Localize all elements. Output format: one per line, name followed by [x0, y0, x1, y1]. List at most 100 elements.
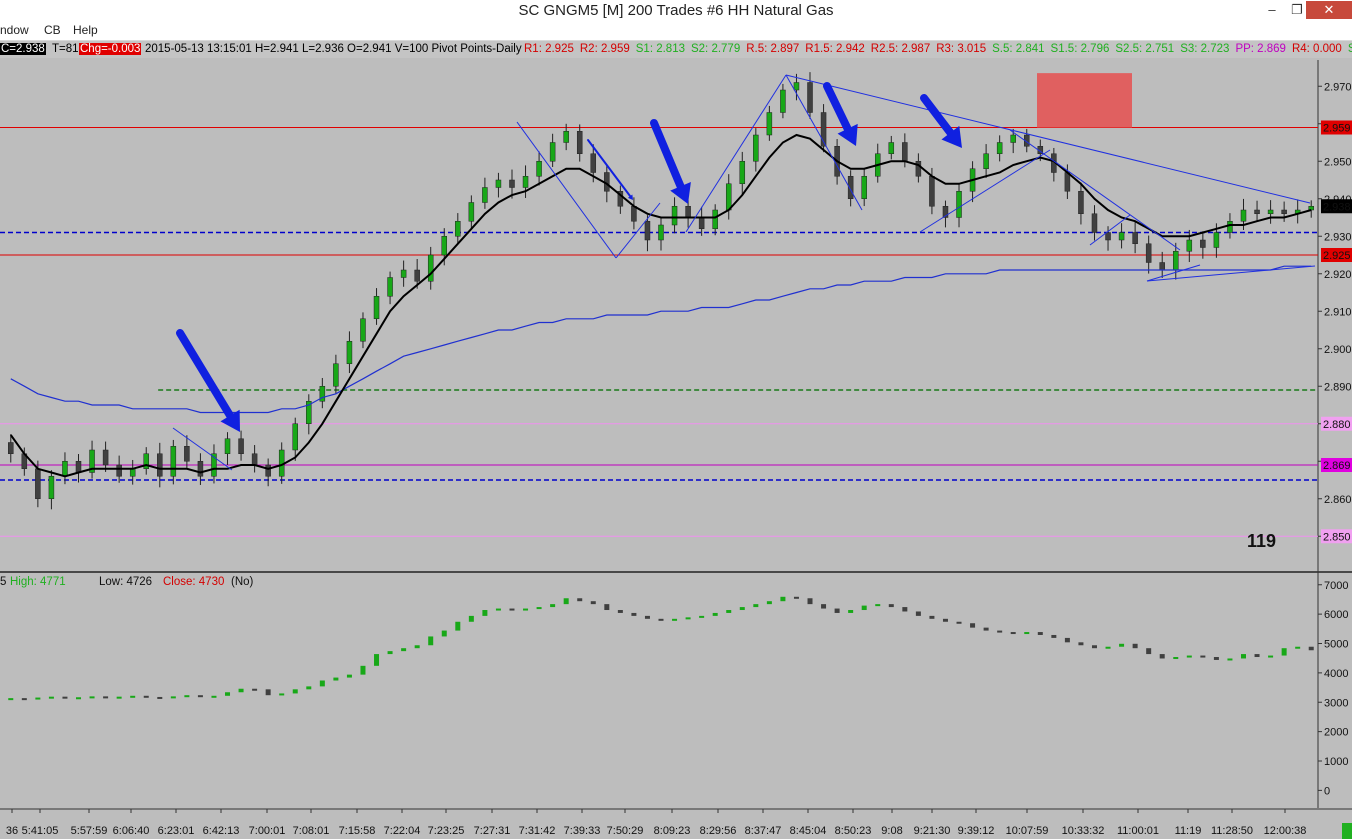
trendline [615, 202, 661, 259]
indicator-bar [726, 610, 732, 613]
indicator-bar [1024, 632, 1030, 635]
indicator-bar [658, 618, 664, 621]
candle-body [739, 161, 746, 184]
candle-body [495, 179, 502, 188]
indicator-bar [1240, 654, 1246, 659]
candle-body [780, 89, 786, 113]
candle-body [360, 318, 366, 342]
candle-body [549, 142, 556, 162]
indicator-bar [1051, 634, 1057, 638]
indicator-bar [888, 604, 894, 608]
indicator-bar [1132, 643, 1138, 649]
indicator-bar [983, 627, 989, 631]
candle-body [1118, 232, 1125, 241]
candle-body [373, 296, 380, 319]
candle-body [455, 221, 461, 237]
indicator-bar [644, 615, 650, 619]
candle-body [8, 442, 14, 454]
candle-body [1308, 206, 1314, 211]
fast-moving-average [9, 133, 1312, 478]
candle-body [468, 202, 475, 222]
indicator-bar [468, 615, 474, 622]
y-tick-label: 2.860 [1324, 494, 1352, 506]
y-tick-label: 2.900 [1324, 344, 1352, 356]
price-tag: 2.959 [1321, 120, 1352, 135]
indicator-bar [942, 618, 948, 622]
indicator-bar [1105, 646, 1111, 649]
indicator-bar [265, 689, 271, 696]
price-tag-label: 2.925 [1323, 250, 1351, 262]
indicator-bar [1254, 654, 1260, 658]
candle-body [346, 341, 353, 364]
candle-body [1254, 209, 1260, 214]
candle-body [644, 221, 651, 241]
indicator-bar [252, 688, 258, 691]
volume-y-tick-label: 0 [1324, 785, 1330, 797]
candle-body [658, 224, 664, 241]
indicator-bar [441, 630, 447, 637]
indicator-low: Low: 4726 [99, 576, 152, 588]
indicator-bar [1146, 648, 1152, 655]
indicator-bar [604, 604, 610, 611]
indicator-bar [1281, 648, 1287, 656]
slow-moving-average [10, 265, 1312, 414]
indicator-bar [780, 596, 786, 602]
indicator-bar [672, 618, 678, 621]
indicator-bar [1227, 658, 1233, 661]
indicator-bar [807, 598, 813, 605]
x-tick-label: 12:00:38 [1264, 825, 1307, 837]
indicator-bar [197, 695, 203, 698]
x-tick-label: 8:09:23 [654, 825, 691, 837]
x-tick-label: 9:08 [881, 825, 902, 837]
candle-body [1078, 191, 1084, 214]
supply-zone [1037, 73, 1132, 128]
candle-body [157, 453, 163, 477]
indicator-mode: (No) [231, 576, 254, 588]
candle-body [170, 446, 177, 477]
indicator-bar [1078, 642, 1084, 646]
candle-body [631, 206, 637, 222]
x-tick-label: 7:39:33 [564, 825, 601, 837]
arrow-shaft [823, 82, 852, 133]
indicator-bar [414, 645, 420, 649]
indicator-bar [8, 698, 14, 701]
indicator-bar [360, 665, 366, 675]
indicator-bar [35, 697, 41, 700]
indicator-bar [577, 598, 583, 602]
indicator-bar [482, 610, 488, 616]
indicator-bar [970, 623, 976, 628]
candle-body [522, 176, 529, 188]
y-tick-label: 2.920 [1324, 269, 1352, 281]
price-tag-label: 2.869 [1323, 460, 1351, 472]
indicator-bar [563, 598, 569, 605]
indicator-bar [875, 604, 881, 607]
x-tick-label: 7:22:04 [384, 825, 421, 837]
x-tick-label: 36 [6, 825, 18, 837]
candle-body [1281, 209, 1287, 214]
candle-body [265, 464, 271, 477]
x-tick-label: 6:23:01 [158, 825, 195, 837]
y-tick-label: 2.890 [1324, 381, 1352, 393]
price-tag-label: 2.850 [1323, 531, 1351, 543]
price-chart[interactable]: 2.8502.8602.8702.8802.8902.9002.9102.920… [0, 0, 1352, 839]
y-tick-label: 2.950 [1324, 156, 1352, 168]
candle-body [441, 236, 448, 256]
x-tick-label: 7:23:25 [428, 825, 465, 837]
indicator-bar [292, 689, 298, 694]
indicator-bar [346, 674, 352, 678]
indicator-bar [279, 693, 285, 696]
y-tick-label: 2.910 [1324, 306, 1352, 318]
indicator-bar [1064, 637, 1070, 643]
candle-body [1227, 221, 1233, 233]
candle-body [333, 363, 339, 387]
indicator-bar [21, 698, 27, 701]
x-tick-label: 10:07:59 [1006, 825, 1049, 837]
indicator-bar [1010, 632, 1016, 635]
indicator-bar [89, 696, 95, 699]
indicator-bar [821, 604, 827, 609]
x-tick-label: 11:19 [1175, 825, 1202, 837]
indicator-bar [157, 696, 163, 699]
price-tag: 2.925 [1321, 248, 1352, 262]
candle-body [766, 112, 773, 136]
volume-y-tick-label: 6000 [1324, 609, 1348, 621]
